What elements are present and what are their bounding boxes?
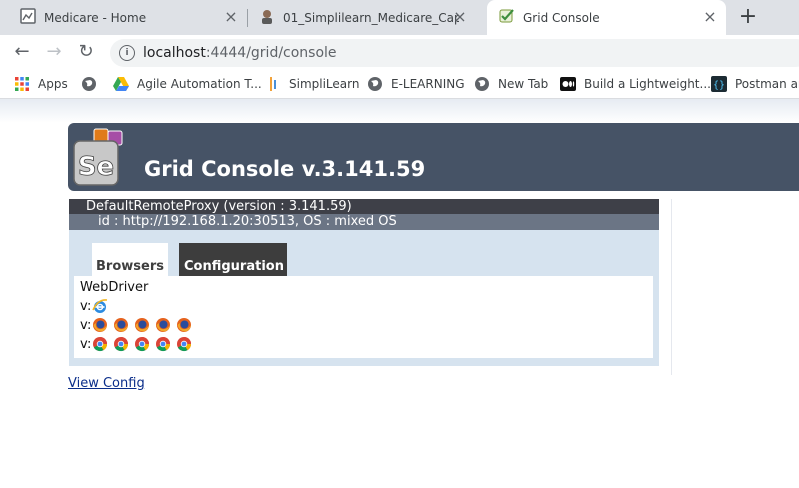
selenium-logo-icon: Se — [72, 127, 132, 187]
browser-toolbar: ← → ↻ i localhost:4444/grid/console — [0, 35, 799, 70]
chrome-icon[interactable] — [134, 336, 150, 352]
globe-icon — [81, 76, 97, 92]
svg-text:{}: {} — [713, 80, 725, 91]
internet-explorer-icon[interactable] — [92, 298, 108, 314]
version-prefix: v: — [80, 317, 92, 333]
browser-row-chrome: v: — [80, 335, 197, 353]
avatar-favicon — [259, 8, 275, 28]
new-tab-button[interactable]: + — [738, 6, 758, 28]
globe-icon — [367, 76, 383, 92]
grid-console-page: Se Grid Console v.3.141.59 DefaultRemote… — [0, 99, 799, 488]
svg-text:Se: Se — [78, 152, 114, 182]
bookmark-label: New Tab — [498, 77, 549, 91]
console-header: Se Grid Console v.3.141.59 — [68, 123, 799, 191]
postman-icon: {} — [711, 76, 727, 92]
medium-icon — [560, 76, 576, 92]
tab-grid-console[interactable]: Grid Console × — [487, 0, 726, 35]
tab-title: Grid Console — [523, 10, 600, 25]
bookmarks-bar: Apps Agile Automation T... SimpliLearn E… — [0, 70, 799, 99]
bookmark-agile-automation[interactable]: Agile Automation T... — [113, 75, 262, 93]
chrome-icon[interactable] — [176, 336, 192, 352]
globe-icon — [474, 76, 490, 92]
google-drive-icon — [113, 76, 129, 92]
tab-simplilearn-capstone[interactable]: 01_Simplilearn_Medicare_Capston × — [248, 0, 488, 35]
firefox-icon[interactable] — [176, 317, 192, 333]
browser-row-ie: v: — [80, 297, 113, 315]
tab-browsers[interactable]: Browsers — [92, 243, 168, 276]
firefox-icon[interactable] — [134, 317, 150, 333]
bookmark-label: Build a Lightweight... — [584, 77, 711, 91]
chrome-icon[interactable] — [113, 336, 129, 352]
divider-line — [671, 199, 672, 375]
browser-row-firefox: v: — [80, 316, 197, 334]
bookmark-label: SimpliLearn — [289, 77, 360, 91]
checkmark-favicon — [499, 8, 515, 28]
bookmark-apps[interactable]: Apps — [14, 75, 68, 93]
firefox-icon[interactable] — [113, 317, 129, 333]
webdriver-label: WebDriver — [80, 280, 149, 295]
tab-configuration-label: Configuration — [184, 259, 284, 274]
tab-browsers-label: Browsers — [96, 259, 164, 274]
bookmark-label: Agile Automation T... — [137, 77, 262, 91]
bookmark-simplilearn[interactable]: SimpliLearn — [265, 75, 359, 93]
url-text: localhost:4444/grid/console — [143, 45, 337, 61]
view-config-link[interactable]: View Config — [68, 376, 145, 391]
page-top-gradient — [0, 99, 799, 123]
proxy-panel: DefaultRemoteProxy (version : 3.141.59) … — [69, 199, 659, 366]
info-icon[interactable]: i — [119, 45, 135, 61]
bookmark-globe[interactable] — [81, 75, 105, 93]
apps-grid-icon — [14, 76, 30, 92]
chrome-icon[interactable] — [92, 336, 108, 352]
tab-medicare-home[interactable]: Medicare - Home × — [0, 0, 247, 35]
firefox-icon[interactable] — [92, 317, 108, 333]
forward-arrow-icon[interactable]: → — [44, 42, 64, 62]
bookmark-e-learning[interactable]: E-LEARNING — [367, 75, 465, 93]
browser-tabstrip: Medicare - Home × 01_Simplilearn_Medicar… — [0, 0, 799, 35]
bookmark-label: E-LEARNING — [391, 77, 465, 91]
bookmark-new-tab[interactable]: New Tab — [474, 75, 548, 93]
version-prefix: v: — [80, 336, 92, 352]
close-icon[interactable]: × — [223, 9, 239, 25]
version-prefix: v: — [80, 298, 92, 314]
tab-configuration[interactable]: Configuration — [179, 243, 287, 276]
firefox-icon[interactable] — [155, 317, 171, 333]
address-bar[interactable]: i localhost:4444/grid/console — [110, 39, 799, 67]
chrome-icon[interactable] — [155, 336, 171, 352]
bookmark-build-lightweight[interactable]: Build a Lightweight... — [560, 75, 711, 93]
url-host: localhost — [143, 45, 206, 61]
close-icon[interactable]: × — [702, 9, 718, 25]
url-path: :4444/grid/console — [205, 45, 337, 61]
proxy-name: DefaultRemoteProxy (version : 3.141.59) — [69, 199, 659, 214]
tab-title: 01_Simplilearn_Medicare_Capston — [283, 10, 459, 25]
bookmark-label: Apps — [38, 77, 68, 91]
reload-icon[interactable]: ↻ — [76, 42, 96, 62]
bookmark-label: Postman and — [735, 77, 799, 91]
bookmark-postman[interactable]: {} Postman and — [711, 75, 799, 93]
tab-title: Medicare - Home — [44, 10, 147, 25]
browsers-content: WebDriver v: v: v: — [74, 276, 653, 358]
back-arrow-icon[interactable]: ← — [12, 42, 32, 62]
close-icon[interactable]: × — [452, 9, 468, 25]
simplilearn-icon — [265, 76, 281, 92]
page-title: Grid Console v.3.141.59 — [144, 157, 426, 181]
medicare-favicon — [20, 7, 36, 28]
proxy-id: id : http://192.168.1.20:30513, OS : mix… — [69, 214, 659, 230]
